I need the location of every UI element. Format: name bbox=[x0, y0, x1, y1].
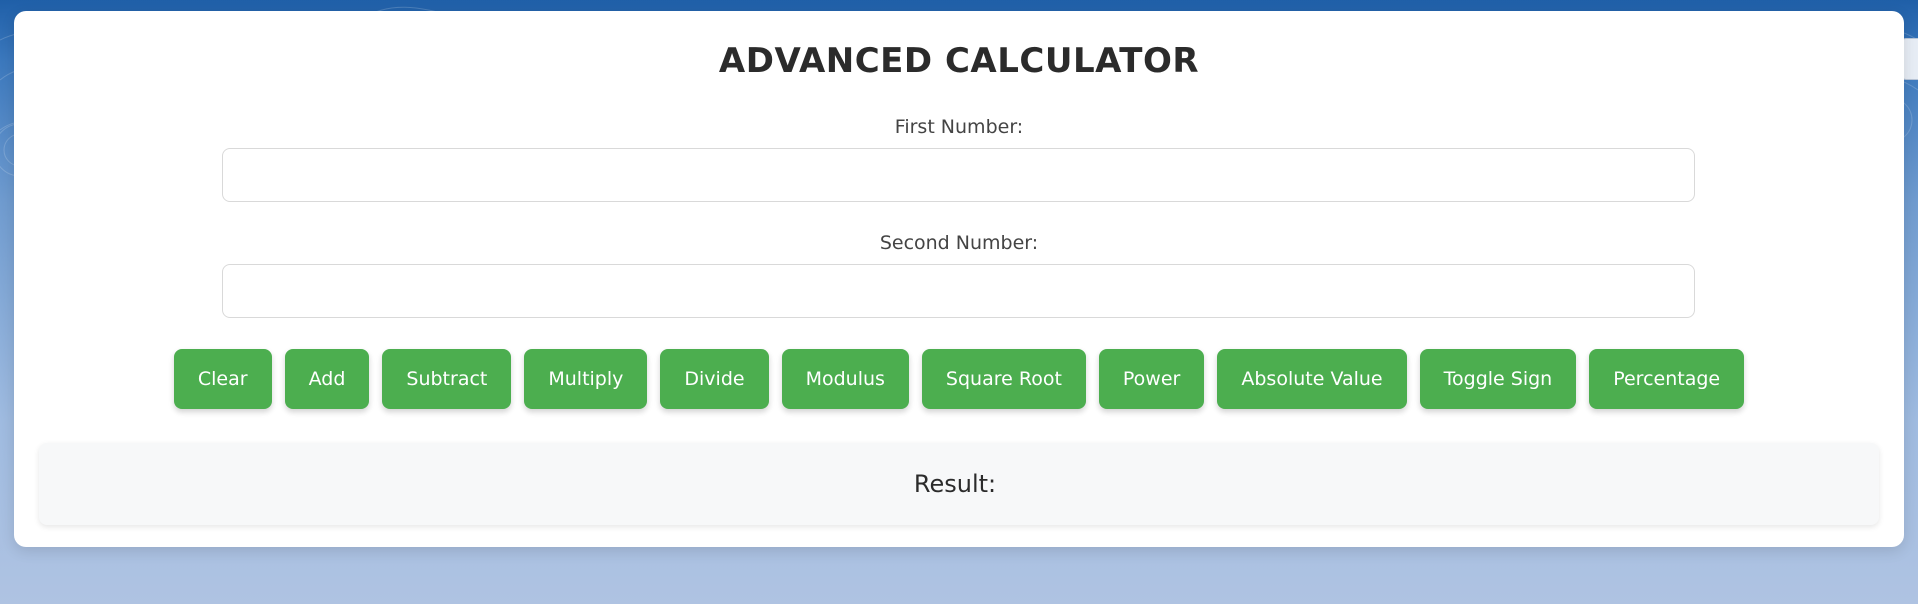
operation-buttons: Clear Add Subtract Multiply Divide Modul… bbox=[14, 349, 1904, 409]
second-number-label: Second Number: bbox=[879, 232, 1039, 254]
subtract-button[interactable]: Subtract bbox=[382, 349, 512, 409]
square-root-button[interactable]: Square Root bbox=[921, 349, 1086, 409]
toggle-sign-button[interactable]: Toggle Sign bbox=[1419, 349, 1577, 409]
second-number-input[interactable] bbox=[222, 264, 1695, 318]
first-number-input[interactable] bbox=[222, 148, 1695, 202]
result-label: Result: bbox=[913, 470, 997, 498]
calculator-card: ADVANCED CALCULATOR First Number: Second… bbox=[14, 11, 1904, 547]
power-button[interactable]: Power bbox=[1098, 349, 1205, 409]
percentage-button[interactable]: Percentage bbox=[1589, 349, 1745, 409]
result-panel: Result: bbox=[39, 443, 1879, 525]
absolute-value-button[interactable]: Absolute Value bbox=[1217, 349, 1407, 409]
multiply-button[interactable]: Multiply bbox=[524, 349, 648, 409]
clear-button[interactable]: Clear bbox=[173, 349, 272, 409]
divide-button[interactable]: Divide bbox=[660, 349, 769, 409]
add-button[interactable]: Add bbox=[284, 349, 370, 409]
modulus-button[interactable]: Modulus bbox=[781, 349, 909, 409]
first-number-label: First Number: bbox=[894, 116, 1024, 138]
page-title: ADVANCED CALCULATOR bbox=[718, 41, 1200, 81]
